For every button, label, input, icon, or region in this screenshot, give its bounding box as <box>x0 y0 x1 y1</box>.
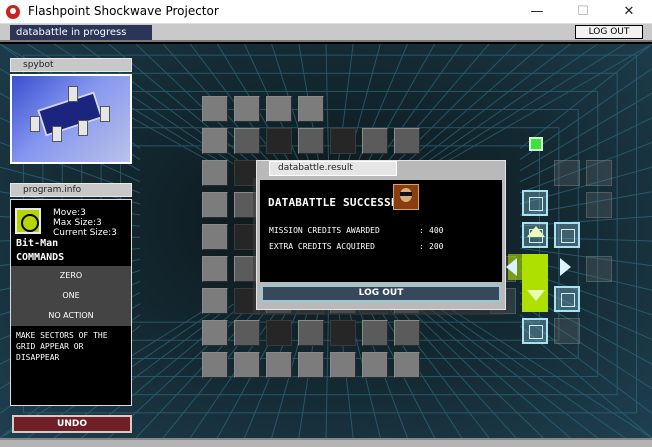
mission-credits-label: MISSION CREDITS AWARDED <box>269 226 380 235</box>
arrow-left-icon[interactable] <box>506 258 517 276</box>
window-title: Flashpoint Shockwave Projector <box>28 4 219 18</box>
extra-credits-row: EXTRA CREDITS ACQUIRED : 200 <box>269 242 444 251</box>
grid-tile[interactable] <box>266 320 292 346</box>
spybot-portrait <box>10 74 132 164</box>
undo-button[interactable]: UNDO <box>12 415 132 433</box>
grid-tile[interactable] <box>202 96 228 122</box>
spybot-robot-image <box>12 76 130 162</box>
grid-tile[interactable] <box>298 128 324 154</box>
grid-tile[interactable] <box>394 320 420 346</box>
window-titlebar: Flashpoint Shockwave Projector — ☐ ✕ <box>0 0 652 24</box>
maximize-button[interactable]: ☐ <box>560 0 606 24</box>
extra-credits-label: EXTRA CREDITS ACQUIRED <box>269 242 375 251</box>
grid-tile[interactable] <box>202 224 228 250</box>
grid-tile[interactable] <box>202 256 228 282</box>
grid-tile[interactable] <box>234 96 260 122</box>
bitman-icon <box>15 208 41 234</box>
stat-current-size: Current Size:3 <box>53 228 117 238</box>
mission-credits-value: 400 <box>429 226 444 235</box>
arrow-up-icon[interactable] <box>527 226 545 237</box>
grid-tile[interactable] <box>266 96 292 122</box>
move-target-highlight[interactable] <box>522 254 548 312</box>
grid-node-icon[interactable] <box>529 137 543 151</box>
grid-tile[interactable] <box>202 128 228 154</box>
grid-tile[interactable] <box>330 352 356 378</box>
grid-tile[interactable] <box>394 352 420 378</box>
program-stats: Move:3 Max Size:3 Current Size:3 <box>53 208 117 238</box>
program-segment[interactable] <box>554 286 580 312</box>
grid-tile[interactable] <box>554 318 580 344</box>
grid-tile[interactable] <box>330 128 356 154</box>
grid-tile[interactable] <box>298 96 324 122</box>
arrow-down-icon[interactable] <box>527 290 545 301</box>
grid-tile[interactable] <box>298 320 324 346</box>
program-info-tab: program.info <box>10 183 132 197</box>
stat-max-size: Max Size:3 <box>53 218 102 228</box>
grid-tile[interactable] <box>266 128 292 154</box>
logout-button-top[interactable]: LOG OUT <box>575 25 643 39</box>
grid-tile[interactable] <box>554 160 580 186</box>
grid-tile[interactable] <box>234 352 260 378</box>
grid-tile[interactable] <box>234 128 260 154</box>
grid-tile[interactable] <box>202 160 228 186</box>
command-zero[interactable]: ZERO <box>11 266 131 286</box>
stat-move: Move:3 <box>53 208 86 218</box>
grid-tile[interactable] <box>330 320 356 346</box>
dialog-tab: databattle.result <box>269 161 397 176</box>
grid-tile[interactable] <box>202 352 228 378</box>
grid-tile[interactable] <box>362 128 388 154</box>
command-one[interactable]: ONE <box>11 286 131 306</box>
dialog-headline: DATABATTLE SUCCESSFUL <box>268 196 412 209</box>
program-info-panel: Move:3 Max Size:3 Current Size:3 Bit-Man… <box>10 199 132 406</box>
spybot-tab: spybot <box>10 58 132 72</box>
program-segment[interactable] <box>554 222 580 248</box>
databattle-result-dialog: databattle.result DATABATTLE SUCCESSFUL … <box>256 160 506 310</box>
game-topbar: databattle in progress LOG OUT <box>0 24 652 42</box>
program-segment[interactable] <box>522 318 548 344</box>
grid-tile[interactable] <box>234 320 260 346</box>
command-no-action[interactable]: NO ACTION <box>11 306 131 326</box>
command-description: MAKE SECTORS OF THE GRID APPEAR OR DISAP… <box>16 331 108 362</box>
grid-tile[interactable] <box>586 192 612 218</box>
commander-avatar <box>393 184 419 210</box>
bottom-strip <box>0 438 652 447</box>
minimize-button[interactable]: — <box>514 0 560 24</box>
program-name: Bit-Man <box>16 238 59 249</box>
grid-tile[interactable] <box>362 320 388 346</box>
mission-credits-row: MISSION CREDITS AWARDED : 400 <box>269 226 444 235</box>
status-tab: databattle in progress <box>10 25 152 40</box>
grid-tile[interactable] <box>362 352 388 378</box>
grid-tile[interactable] <box>586 256 612 282</box>
arrow-right-icon[interactable] <box>560 258 571 276</box>
grid-tile[interactable] <box>394 128 420 154</box>
grid-tile[interactable] <box>586 160 612 186</box>
dialog-body: DATABATTLE SUCCESSFUL MISSION CREDITS AW… <box>260 180 502 282</box>
grid-tile[interactable] <box>266 352 292 378</box>
extra-credits-value: 200 <box>429 242 444 251</box>
grid-tile[interactable] <box>202 288 228 314</box>
grid-tile[interactable] <box>202 192 228 218</box>
flashpoint-icon <box>6 5 20 19</box>
playfield: spybot program.info Move:3 Max Size:3 Cu… <box>0 44 652 438</box>
grid-tile[interactable] <box>298 352 324 378</box>
grid-tile[interactable] <box>202 320 228 346</box>
close-button[interactable]: ✕ <box>606 0 652 24</box>
program-segment[interactable] <box>522 190 548 216</box>
commands-heading: COMMANDS <box>16 252 65 263</box>
command-list: ZERO ONE NO ACTION <box>11 266 131 326</box>
dialog-logout-button[interactable]: LOG OUT <box>261 285 501 302</box>
